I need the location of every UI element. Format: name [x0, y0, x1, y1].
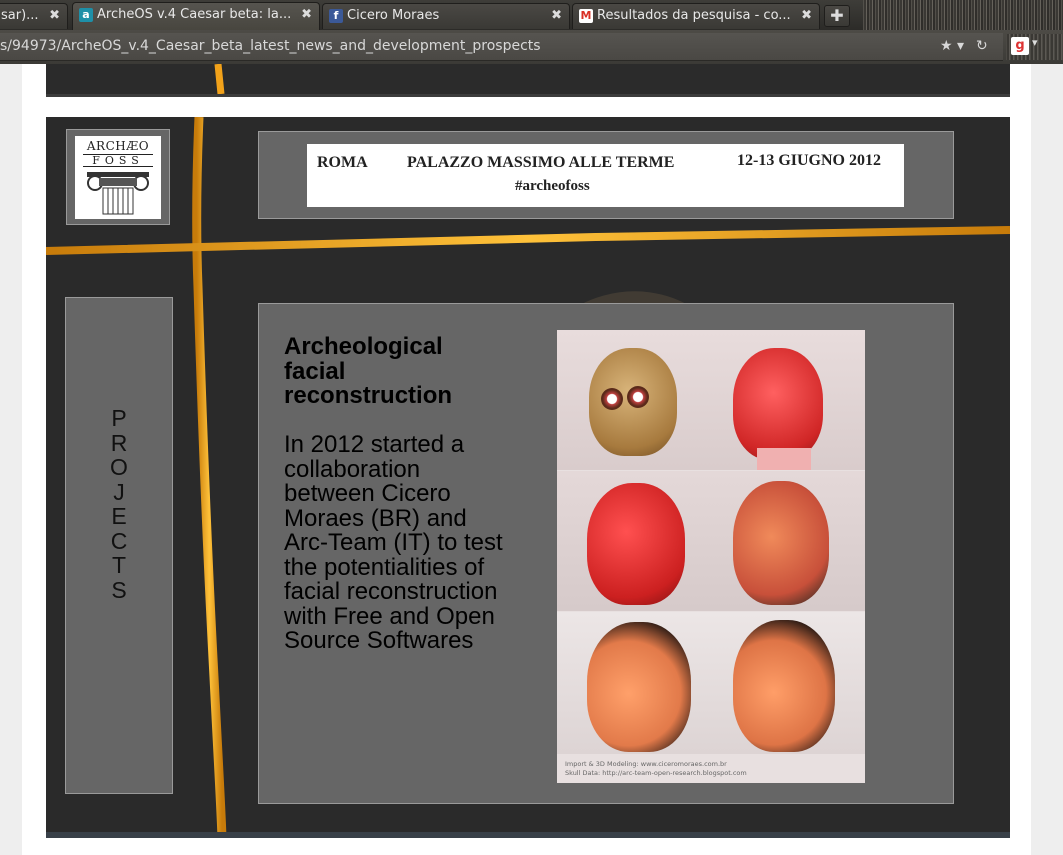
event-banner-panel: ROMA PALAZZO MASSIMO ALLE TERME 12-13 GI…	[258, 131, 954, 219]
image-credit: Import & 3D Modeling: www.ciceromoraes.c…	[565, 760, 747, 778]
projects-label-letter: E	[111, 503, 127, 529]
banner-date: 12-13 GIUGNO 2012	[737, 152, 881, 169]
banner-venue: PALAZZO MASSIMO ALLE TERME	[407, 154, 675, 171]
facial-reconstruction-image[interactable]: Import & 3D Modeling: www.ciceromoraes.c…	[557, 330, 865, 783]
projects-sidebar[interactable]: PROJECTS	[65, 297, 173, 794]
image-row-skull	[557, 330, 865, 470]
logo-text-bottom: FOSS	[83, 154, 153, 167]
final-head-icon	[587, 622, 691, 752]
projects-label-letter: P	[111, 405, 127, 431]
reload-icon[interactable]: ↻	[976, 33, 988, 60]
projects-label-letter: S	[111, 576, 127, 603]
decorative-line-icon	[214, 64, 225, 94]
credit-line-skull: Skull Data: http://arc-team-open-researc…	[565, 769, 747, 777]
close-icon[interactable]: ✖	[301, 3, 312, 27]
banner-city: ROMA	[317, 154, 368, 171]
tab-title: sar)...	[1, 8, 39, 23]
projects-label: PROJECTS	[66, 406, 172, 602]
previous-slide-strip	[46, 64, 1010, 97]
slide-bottom-border	[46, 832, 1010, 838]
projects-label-letter: R	[110, 429, 128, 456]
projects-label-letter: J	[113, 478, 125, 505]
url-text: s/94973/ArcheOS_v.4_Caesar_beta_latest_n…	[0, 38, 541, 54]
credit-line-modeling: Import & 3D Modeling: www.ciceromoraes.c…	[565, 760, 727, 768]
article-title: Archeological facial reconstruction	[284, 333, 453, 409]
neck-icon	[757, 448, 811, 470]
gmail-favicon-icon: M	[579, 9, 593, 23]
logo-panel: ARCHÆO FOSS	[66, 129, 170, 225]
tab-bar: sar)... ✖ a ArcheOS v.4 Caesar beta: la.…	[0, 0, 1063, 30]
close-icon[interactable]: ✖	[49, 4, 60, 28]
tab-archeos[interactable]: a ArcheOS v.4 Caesar beta: la... ✖	[72, 2, 320, 30]
tab-search-results[interactable]: M Resultados da pesquisa - co... ✖	[572, 3, 820, 29]
muscle-head-icon	[587, 483, 685, 605]
projects-label-letter: T	[111, 552, 127, 578]
close-icon[interactable]: ✖	[551, 4, 562, 28]
projects-label-letter: O	[110, 454, 128, 480]
partial-skin-head-icon	[733, 481, 829, 605]
bookmark-star-icon[interactable]: ★ ▾	[940, 33, 964, 60]
new-tab-button[interactable]: ✚	[824, 5, 850, 27]
logo-text-top: ARCHÆO	[86, 139, 150, 153]
muscle-skull-icon	[733, 348, 823, 460]
event-banner[interactable]: ROMA PALAZZO MASSIMO ALLE TERME 12-13 GI…	[307, 144, 904, 207]
final-head-icon	[733, 620, 835, 752]
search-engine-selector[interactable]: g ▾	[1006, 34, 1063, 60]
projects-label-letter: C	[110, 527, 128, 554]
archaeofoss-logo[interactable]: ARCHÆO FOSS	[75, 136, 161, 219]
ionic-column-icon	[87, 172, 149, 215]
tab-previous[interactable]: sar)... ✖	[0, 3, 68, 29]
tab-title: Cicero Moraes	[347, 8, 440, 23]
toolbar: s/94973/ArcheOS_v.4_Caesar_beta_latest_n…	[0, 30, 1063, 64]
google-icon: g	[1011, 37, 1029, 55]
chevron-down-icon[interactable]: ▾	[1032, 36, 1038, 49]
image-row-final	[557, 612, 865, 754]
tab-cicero-moraes[interactable]: f Cicero Moraes ✖	[322, 3, 570, 29]
banner-hashtag: #archeofoss	[515, 178, 590, 194]
tab-title: Resultados da pesquisa - co...	[597, 8, 791, 23]
presentation-slide: ARCHÆO FOSS ROMA PALAZZO MASSIMO ALLE TE…	[46, 117, 1010, 838]
eye-icon	[627, 386, 649, 408]
close-icon[interactable]: ✖	[801, 4, 812, 28]
image-row-muscles	[557, 471, 865, 611]
article-body: In 2012 started a collaboration between …	[284, 431, 503, 654]
site-favicon-icon: a	[79, 8, 93, 22]
project-content-panel: Archeological facial reconstruction In 2…	[258, 303, 954, 804]
eye-icon	[601, 388, 623, 410]
tab-bar-texture	[863, 0, 1063, 30]
facebook-favicon-icon: f	[329, 9, 343, 23]
address-bar[interactable]: s/94973/ArcheOS_v.4_Caesar_beta_latest_n…	[0, 33, 1003, 61]
tab-title: ArcheOS v.4 Caesar beta: la...	[97, 7, 292, 22]
